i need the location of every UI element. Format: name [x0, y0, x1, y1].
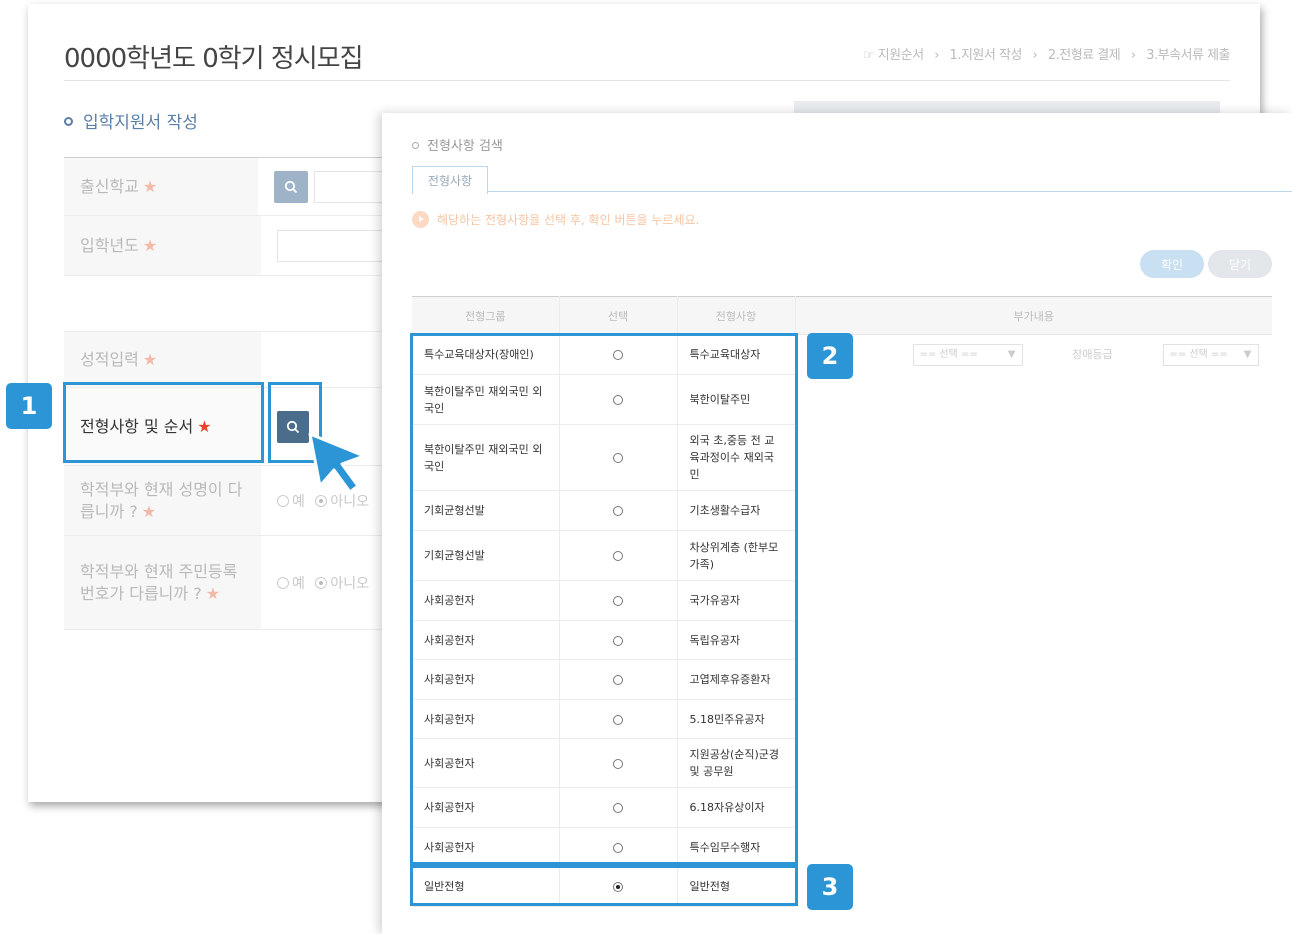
cell-extra	[795, 531, 1272, 581]
required-star: ★	[142, 349, 158, 369]
field-label: 학적부와 현재 성명이 다릅니까 ? ★	[64, 466, 261, 535]
callout-badge-2: 2	[807, 333, 853, 379]
rrn-diff-label: 학적부와 현재 주민등록번호가 다릅니까 ? ★	[80, 561, 245, 605]
radio-yes[interactable]	[277, 494, 289, 507]
col-header-item: 전형사항	[677, 296, 796, 335]
breadcrumb-step-1[interactable]: 1.지원서 작성	[950, 48, 1023, 63]
cell-extra	[795, 739, 1272, 788]
name-diff-text: 학적부와 현재 성명이 다릅니까 ?	[80, 479, 243, 521]
circle-bullet-icon	[64, 117, 73, 126]
school-search-button[interactable]	[274, 170, 308, 203]
form-row-rrn-diff: 학적부와 현재 주민등록번호가 다릅니까 ? ★ 예 아니오	[64, 536, 394, 630]
breadcrumb-step-3[interactable]: 3.부속서류 제출	[1146, 48, 1230, 63]
year-input[interactable]	[277, 229, 387, 262]
cell-extra	[795, 700, 1272, 739]
cell-extra	[795, 375, 1272, 425]
yes-label: 예	[292, 575, 305, 592]
chevron-right-icon: ›	[1130, 48, 1136, 63]
chevron-down-icon: ▼	[1243, 349, 1252, 361]
col-header-extra: 부가내용	[795, 296, 1272, 335]
school-label: 출신학교	[80, 176, 139, 196]
radio-yes[interactable]	[277, 576, 289, 589]
circle-bullet-icon	[412, 142, 419, 149]
pointer-cursor-icon	[308, 432, 366, 494]
chevron-right-icon: ›	[934, 48, 939, 63]
instruction-notice: 해당하는 전형사항을 선택 후, 확인 버튼을 누르세요.	[412, 211, 699, 228]
cell-extra	[795, 621, 1272, 660]
col-header-select: 선택	[559, 296, 678, 335]
required-star: ★	[141, 501, 157, 521]
required-star: ★	[142, 235, 158, 255]
year-label: 입학년도	[80, 235, 139, 255]
callout-frame-label	[63, 382, 264, 463]
callout-frame-options	[410, 333, 798, 865]
play-icon	[412, 211, 429, 228]
no-label: 아니오	[330, 493, 369, 510]
cell-extra	[795, 828, 1272, 867]
field-value	[261, 276, 394, 331]
confirm-button[interactable]: 확인	[1140, 250, 1204, 278]
required-star: ★	[205, 583, 221, 603]
breadcrumb-step-2[interactable]: 2.전형료 결제	[1048, 48, 1121, 63]
field-label	[64, 276, 261, 331]
callout-badge-1: 1	[6, 383, 52, 429]
grade-select-value: == 선택 ==	[1169, 349, 1228, 361]
name-diff-label: 학적부와 현재 성명이 다릅니까 ? ★	[80, 479, 245, 523]
tab-divider	[488, 191, 1292, 192]
field-label: 성적입력 ★	[64, 332, 261, 387]
required-star: ★	[142, 176, 158, 196]
cell-extra: 종류== 선택 ==▼장애등급== 선택 ==▼	[795, 335, 1272, 375]
field-label: 입학년도 ★	[64, 216, 261, 275]
notice-text: 해당하는 전형사항을 선택 후, 확인 버튼을 누르세요.	[437, 213, 700, 227]
field-label: 학적부와 현재 주민등록번호가 다릅니까 ? ★	[64, 536, 261, 629]
search-icon	[284, 180, 298, 193]
field-value	[261, 216, 394, 275]
breadcrumb-lead: ☞ 지원순서	[862, 48, 924, 63]
form-row-school: 출신학교 ★	[64, 158, 394, 216]
col-header-group: 전형그룹	[412, 296, 560, 335]
dialog-title: 전형사항 검색	[412, 135, 503, 154]
breadcrumb: ☞ 지원순서 › 1.지원서 작성 › 2.전형료 결제 › 3.부속서류 제출	[862, 44, 1231, 63]
dialog-title-text: 전형사항 검색	[427, 139, 503, 154]
extra-fields: 종류== 선택 ==▼장애등급== 선택 ==▼	[796, 336, 1273, 374]
chevron-right-icon: ›	[1032, 48, 1038, 63]
table-header: 전형그룹 선택 전형사항 부가내용	[412, 296, 1272, 335]
cell-extra	[795, 581, 1272, 621]
tab-admission[interactable]: 전형사항	[412, 166, 488, 194]
title-divider	[64, 80, 1230, 81]
no-label: 아니오	[330, 575, 369, 592]
callout-frame-general	[410, 865, 798, 906]
chevron-down-icon: ▼	[1007, 349, 1016, 361]
page-title: 0000학년도 0학기 정시모집	[64, 44, 364, 74]
cell-extra	[795, 867, 1272, 907]
callout-badge-3: 3	[807, 864, 853, 910]
form-row-grade: 성적입력 ★	[64, 332, 394, 388]
yes-label: 예	[292, 493, 305, 510]
rrn-diff-radio-group: 예 아니오	[277, 573, 369, 593]
form-row-blank	[64, 276, 394, 332]
type-select[interactable]: == 선택 == ▼	[912, 343, 1023, 366]
cell-extra	[795, 788, 1272, 828]
grade-label: 장애등급	[1072, 348, 1113, 362]
cell-extra	[795, 660, 1272, 700]
cell-extra	[795, 425, 1272, 491]
section-title: 입학지원서 작성	[64, 108, 198, 133]
field-value	[261, 332, 394, 387]
grade-label: 성적입력	[80, 349, 139, 369]
cell-extra	[795, 491, 1272, 531]
field-label: 출신학교 ★	[64, 158, 258, 215]
field-value	[258, 158, 394, 215]
radio-no[interactable]	[315, 576, 328, 589]
close-button[interactable]: 닫기	[1208, 250, 1272, 278]
type-select-value: == 선택 ==	[919, 349, 978, 361]
form-row-year: 입학년도 ★	[64, 216, 394, 276]
field-value: 예 아니오	[261, 536, 394, 629]
radio-no[interactable]	[315, 494, 328, 507]
section-title-text: 입학지원서 작성	[83, 113, 198, 133]
grade-select[interactable]: == 선택 == ▼	[1162, 343, 1259, 366]
